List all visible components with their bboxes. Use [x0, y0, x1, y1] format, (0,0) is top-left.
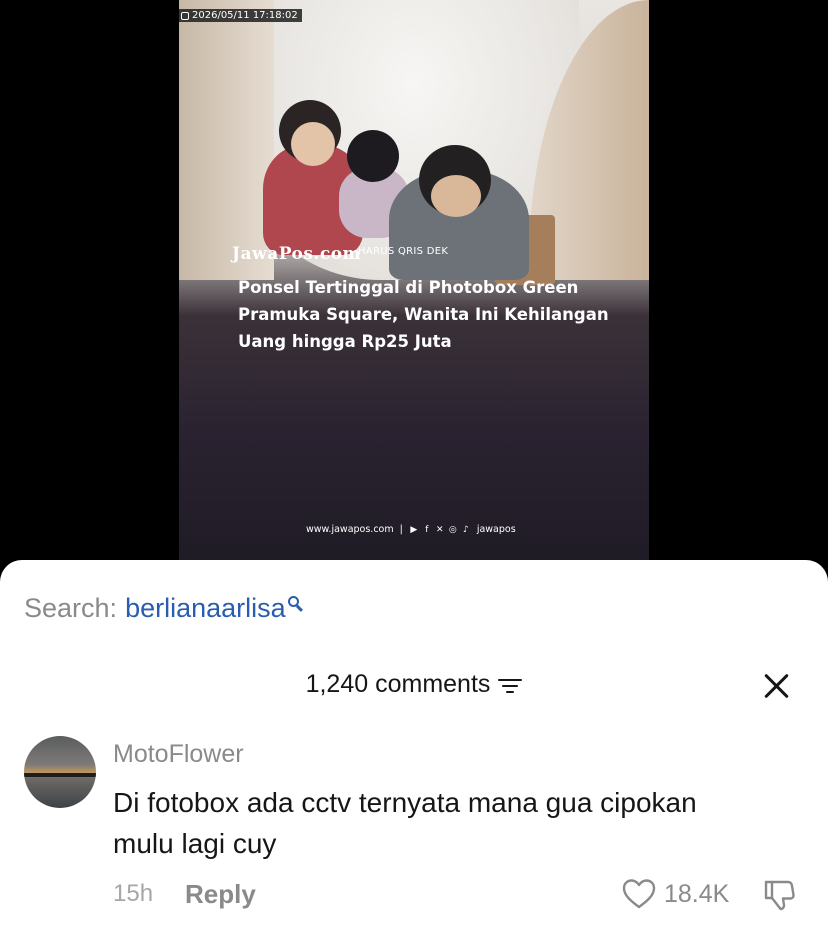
- video-footer: www.jawapos.com | ▶ f ✕ ◎ ♪ jawapos: [306, 524, 516, 535]
- video-brand-logo: JawaPos.com: [232, 244, 362, 264]
- heart-icon: [622, 879, 656, 909]
- search-term[interactable]: berlianaarlisa: [125, 593, 286, 624]
- video-overlay-caption: HARUS QRIS DEK: [358, 246, 449, 257]
- like-count: 18.4K: [664, 879, 730, 908]
- person-figure: [431, 175, 481, 217]
- tiktok-icon: ♪: [462, 524, 469, 535]
- comment-text: Di fotobox ada cctv ternyata mana gua ci…: [113, 787, 697, 859]
- avatar[interactable]: [24, 736, 96, 808]
- footer-website: www.jawapos.com: [306, 524, 394, 535]
- footer-separator: |: [399, 524, 403, 535]
- instagram-icon: ◎: [448, 524, 457, 535]
- comments-sheet: Search: berlianaarlisa 1,240 comments Mo…: [0, 560, 828, 934]
- photobooth-wall-left: [179, 0, 274, 280]
- person-figure: [347, 130, 399, 182]
- comments-count: 1,240 comments: [305, 670, 491, 698]
- dislike-icon[interactable]: [762, 878, 796, 912]
- reply-button[interactable]: Reply: [185, 879, 256, 910]
- youtube-icon: ▶: [410, 524, 418, 535]
- comments-header: 1,240 comments: [0, 670, 828, 699]
- camera-icon: [181, 11, 189, 20]
- x-icon: ✕: [436, 524, 444, 535]
- social-icons: ▶ f ✕ ◎ ♪: [409, 525, 471, 535]
- like-button[interactable]: 18.4K: [622, 878, 729, 910]
- facebook-icon: f: [425, 524, 429, 535]
- comment-time: 15h: [113, 880, 154, 907]
- person-figure: [291, 122, 335, 166]
- video-headline: Ponsel Tertinggal di Photobox Green Pram…: [238, 278, 609, 351]
- cctv-timestamp: 2026/05/11 17:18:02: [179, 9, 302, 22]
- close-icon[interactable]: [762, 672, 790, 700]
- search-icon[interactable]: [287, 596, 304, 612]
- search-suggestion[interactable]: Search: berlianaarlisa: [24, 593, 304, 624]
- comment-username[interactable]: MotoFlower: [113, 740, 244, 769]
- footer-handle: jawapos: [476, 524, 516, 535]
- search-label: Search:: [24, 593, 118, 623]
- timestamp-text: 2026/05/11 17:18:02: [192, 10, 298, 21]
- filter-icon[interactable]: [498, 678, 523, 695]
